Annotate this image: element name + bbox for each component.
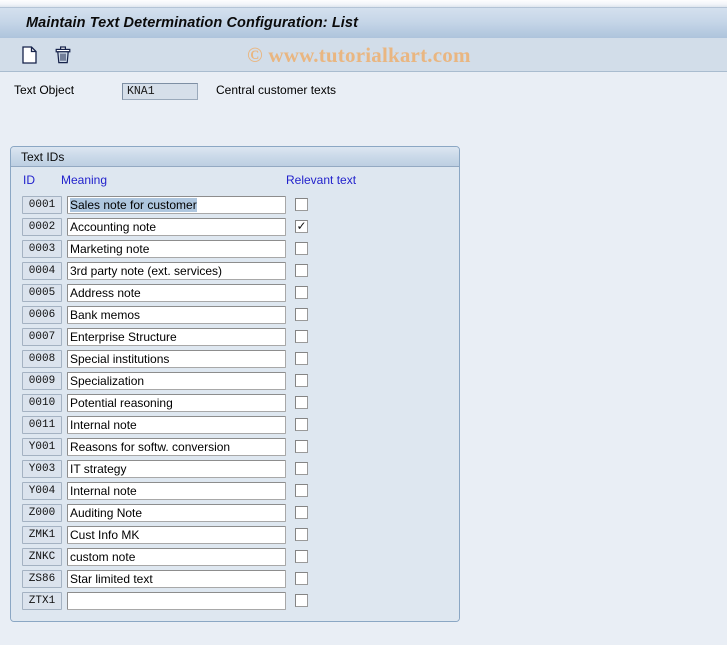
table-row: 0010 Potential reasoning bbox=[11, 393, 459, 415]
table-row: 0002 Accounting note ✓ bbox=[11, 217, 459, 239]
row-relevant-checkbox[interactable] bbox=[295, 242, 308, 255]
table-row: 0004 3rd party note (ext. services) bbox=[11, 261, 459, 283]
text-ids-panel-title: Text IDs bbox=[21, 149, 65, 164]
text-object-description: Central customer texts bbox=[216, 83, 337, 97]
table-row: 0009 Specialization bbox=[11, 371, 459, 393]
row-meaning-input[interactable]: Specialization bbox=[67, 372, 286, 390]
table-row: ZNKC custom note bbox=[11, 547, 459, 569]
row-relevant-checkbox[interactable] bbox=[295, 352, 308, 365]
row-id-button[interactable]: 0007 bbox=[22, 328, 62, 346]
row-meaning-input[interactable]: custom note bbox=[67, 548, 286, 566]
table-row: 0008 Special institutions bbox=[11, 349, 459, 371]
delete-entry-button[interactable] bbox=[50, 43, 76, 69]
row-meaning-input[interactable]: Cust Info MK bbox=[67, 526, 286, 544]
window-titlebar: Maintain Text Determination Configuratio… bbox=[0, 8, 727, 38]
table-row: ZMK1 Cust Info MK bbox=[11, 525, 459, 547]
new-document-icon bbox=[21, 45, 37, 67]
text-ids-panel-header: Text IDs bbox=[11, 147, 459, 167]
row-relevant-checkbox[interactable] bbox=[295, 418, 308, 431]
row-id-button[interactable]: 0010 bbox=[22, 394, 62, 412]
row-relevant-checkbox[interactable] bbox=[295, 528, 308, 541]
delete-trash-icon bbox=[55, 45, 71, 67]
window-top-strip bbox=[0, 0, 727, 8]
row-meaning-input[interactable]: Enterprise Structure bbox=[67, 328, 286, 346]
row-id-button[interactable]: 0008 bbox=[22, 350, 62, 368]
row-relevant-checkbox[interactable] bbox=[295, 484, 308, 497]
row-meaning-input[interactable]: Star limited text bbox=[67, 570, 286, 588]
row-meaning-input[interactable]: Internal note bbox=[67, 482, 286, 500]
column-header-relevant: Relevant text bbox=[286, 173, 357, 187]
text-ids-panel: Text IDs ID Meaning Relevant text 0001 Sa… bbox=[10, 146, 460, 622]
row-meaning-input[interactable]: Accounting note bbox=[67, 218, 286, 236]
row-meaning-input[interactable]: Bank memos bbox=[67, 306, 286, 324]
table-row: 0011 Internal note bbox=[11, 415, 459, 437]
row-meaning-input[interactable] bbox=[67, 592, 286, 610]
table-row: Y004 Internal note bbox=[11, 481, 459, 503]
row-meaning-input[interactable]: 3rd party note (ext. services) bbox=[67, 262, 286, 280]
row-meaning-input[interactable]: Reasons for softw. conversion bbox=[67, 438, 286, 456]
row-relevant-checkbox[interactable] bbox=[295, 440, 308, 453]
table-row: ZTX1 bbox=[11, 591, 459, 613]
new-entry-button[interactable] bbox=[16, 43, 42, 69]
row-id-button[interactable]: 0011 bbox=[22, 416, 62, 434]
row-id-button[interactable]: 0003 bbox=[22, 240, 62, 258]
page-title: Maintain Text Determination Configuratio… bbox=[26, 15, 359, 31]
row-relevant-checkbox[interactable] bbox=[295, 286, 308, 299]
text-object-field[interactable]: KNA1 bbox=[122, 83, 198, 100]
row-relevant-checkbox[interactable] bbox=[295, 198, 308, 211]
row-id-button[interactable]: ZS86 bbox=[22, 570, 62, 588]
row-meaning-input[interactable]: Sales note for customer bbox=[67, 196, 286, 214]
text-ids-panel-body: ID Meaning Relevant text 0001 Sales note … bbox=[11, 167, 459, 621]
checkmark-icon: ✓ bbox=[296, 219, 307, 233]
table-row: 0001 Sales note for customer bbox=[11, 195, 459, 217]
row-meaning-input[interactable]: Internal note bbox=[67, 416, 286, 434]
application-toolbar bbox=[0, 38, 727, 72]
column-header-id: ID bbox=[23, 173, 35, 187]
row-id-button[interactable]: ZTX1 bbox=[22, 592, 62, 610]
row-id-button[interactable]: 0009 bbox=[22, 372, 62, 390]
table-row: 0007 Enterprise Structure bbox=[11, 327, 459, 349]
row-relevant-checkbox[interactable] bbox=[295, 572, 308, 585]
row-meaning-input[interactable]: Special institutions bbox=[67, 350, 286, 368]
row-meaning-input[interactable]: Marketing note bbox=[67, 240, 286, 258]
row-relevant-checkbox[interactable] bbox=[295, 506, 308, 519]
row-id-button[interactable]: 0006 bbox=[22, 306, 62, 324]
row-id-button[interactable]: Z000 bbox=[22, 504, 62, 522]
row-relevant-checkbox[interactable] bbox=[295, 462, 308, 475]
row-id-button[interactable]: Y004 bbox=[22, 482, 62, 500]
row-meaning-input[interactable]: Address note bbox=[67, 284, 286, 302]
row-meaning-input[interactable]: Auditing Note bbox=[67, 504, 286, 522]
column-header-meaning: Meaning bbox=[61, 173, 108, 187]
row-meaning-input[interactable]: IT strategy bbox=[67, 460, 286, 478]
row-relevant-checkbox[interactable] bbox=[295, 396, 308, 409]
row-meaning-input[interactable]: Potential reasoning bbox=[67, 394, 286, 412]
table-row: Z000 Auditing Note bbox=[11, 503, 459, 525]
row-relevant-checkbox[interactable] bbox=[295, 550, 308, 563]
row-relevant-checkbox[interactable] bbox=[295, 374, 308, 387]
row-id-button[interactable]: Y001 bbox=[22, 438, 62, 456]
text-ids-table: 0001 Sales note for customer 0002 Accountin… bbox=[11, 195, 459, 613]
table-row: Y001 Reasons for softw. conversion bbox=[11, 437, 459, 459]
row-relevant-checkbox[interactable] bbox=[295, 594, 308, 607]
row-relevant-checkbox[interactable] bbox=[295, 330, 308, 343]
table-row: 0006 Bank memos bbox=[11, 305, 459, 327]
row-relevant-checkbox[interactable] bbox=[295, 308, 308, 321]
row-relevant-checkbox[interactable]: ✓ bbox=[295, 220, 308, 233]
table-row: ZS86 Star limited text bbox=[11, 569, 459, 591]
text-object-row: Text Object Central customer texts bbox=[0, 72, 727, 110]
row-id-button[interactable]: 0005 bbox=[22, 284, 62, 302]
table-row: 0003 Marketing note bbox=[11, 239, 459, 261]
row-id-button[interactable]: 0002 bbox=[22, 218, 62, 236]
text-object-label: Text Object bbox=[14, 83, 75, 97]
row-id-button[interactable]: 0004 bbox=[22, 262, 62, 280]
row-id-button[interactable]: ZNKC bbox=[22, 548, 62, 566]
row-id-button[interactable]: ZMK1 bbox=[22, 526, 62, 544]
table-row: 0005 Address note bbox=[11, 283, 459, 305]
table-row: Y003 IT strategy bbox=[11, 459, 459, 481]
row-id-button[interactable]: Y003 bbox=[22, 460, 62, 478]
row-id-button[interactable]: 0001 bbox=[22, 196, 62, 214]
row-relevant-checkbox[interactable] bbox=[295, 264, 308, 277]
